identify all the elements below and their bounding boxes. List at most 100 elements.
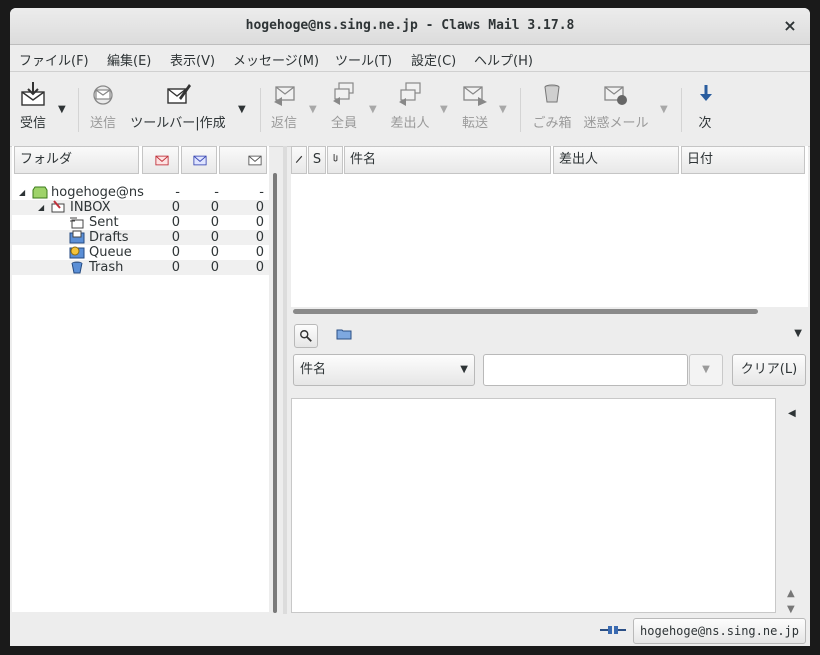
compose-dropdown-arrow[interactable]: ▼ — [238, 104, 246, 115]
reply-all-dropdown-arrow[interactable]: ▼ — [369, 104, 377, 115]
junk-dropdown-arrow[interactable]: ▼ — [660, 104, 668, 115]
main-window: hogehoge@ns.sing.ne.jp - Claws Mail 3.17… — [10, 8, 810, 646]
mark-column-header[interactable] — [291, 146, 307, 174]
pencil-icon — [295, 155, 303, 163]
menu-view[interactable]: 表示(V) — [170, 50, 215, 69]
new-column-header[interactable] — [142, 146, 179, 174]
new-count: 0 — [171, 245, 180, 260]
forward-icon — [463, 86, 487, 106]
folder-row-trash[interactable]: Trash 0 0 0 — [12, 260, 269, 275]
message-list-hscrollbar[interactable] — [291, 307, 808, 316]
search-history-dropdown[interactable]: ▼ — [689, 354, 723, 386]
menu-tools[interactable]: ツール(T) — [335, 50, 392, 69]
online-plug-icon[interactable] — [599, 624, 627, 636]
folder-pane: フォルダ ◢ hogehoge@ns - - - ◢ INBOX 0 0 0 S… — [12, 146, 269, 612]
folder-name: Queue — [89, 245, 132, 260]
reply-dropdown-arrow[interactable]: ▼ — [309, 104, 317, 115]
message-view-side: ◀ ▲ ▼ — [780, 398, 808, 615]
scrollbar-thumb[interactable] — [293, 309, 758, 314]
folder-name: hogehoge@ns — [51, 185, 144, 200]
toolbar-separator — [520, 88, 521, 132]
scroll-up-icon[interactable]: ▲ — [787, 588, 795, 599]
date-column-header[interactable]: 日付 — [681, 146, 805, 174]
send-label: 送信 — [89, 116, 116, 131]
total-column-header[interactable] — [219, 146, 267, 174]
folder-name: Sent — [89, 215, 119, 230]
close-button[interactable]: × — [780, 16, 800, 36]
message-list[interactable]: S 件名 差出人 日付 — [291, 146, 808, 314]
folder-row-sent[interactable]: Sent 0 0 0 — [12, 215, 269, 230]
window-title: hogehoge@ns.sing.ne.jp - Claws Mail 3.17… — [245, 18, 575, 33]
account-button[interactable]: hogehoge@ns.sing.ne.jp — [633, 618, 806, 644]
menu-settings[interactable]: 設定(C) — [411, 50, 456, 69]
folder-row-queue[interactable]: Queue 0 0 0 — [12, 245, 269, 260]
next-button[interactable]: 次 — [692, 80, 718, 131]
forward-button[interactable]: 転送 — [458, 80, 492, 131]
unread-count: 0 — [210, 260, 219, 275]
chevron-down-icon: ▼ — [460, 364, 468, 375]
menu-message[interactable]: メッセージ(M) — [233, 50, 319, 69]
folder-row-drafts[interactable]: Drafts 0 0 0 — [12, 230, 269, 245]
folder-pane-scrollbar[interactable] — [271, 173, 279, 613]
status-column-header[interactable]: S — [308, 146, 326, 174]
expand-left-icon[interactable]: ◀ — [788, 408, 796, 419]
forward-dropdown-arrow[interactable]: ▼ — [499, 104, 507, 115]
expander-icon[interactable]: ◢ — [19, 185, 25, 200]
total-count: - — [259, 185, 264, 200]
search-type-select[interactable]: 件名 ▼ — [293, 354, 475, 386]
quick-search-bar: ▼ 件名 ▼ ▼ クリア(L) — [291, 322, 808, 400]
compose-button[interactable]: ツールバー|作成 — [128, 80, 228, 131]
quick-search-menu-arrow[interactable]: ▼ — [794, 328, 802, 339]
folder-name: Trash — [89, 260, 124, 275]
receive-icon — [21, 82, 45, 106]
receive-button[interactable]: 受信 — [16, 80, 50, 131]
reply-sender-label: 差出人 — [390, 116, 430, 131]
folder-column-header[interactable]: フォルダ — [14, 146, 139, 174]
forward-label: 転送 — [461, 116, 488, 131]
unread-count: 0 — [210, 215, 219, 230]
reply-sender-button[interactable]: 差出人 — [388, 80, 432, 131]
junk-button[interactable]: 迷惑メール — [583, 80, 649, 131]
junk-mail-icon — [604, 86, 627, 105]
reply-icon — [274, 86, 295, 106]
total-count: 0 — [255, 215, 264, 230]
folder-row-inbox[interactable]: ◢ INBOX 0 0 0 — [12, 200, 269, 215]
menu-edit[interactable]: 編集(E) — [107, 50, 151, 69]
scrollbar-thumb[interactable] — [273, 173, 277, 613]
search-input[interactable] — [483, 354, 688, 386]
total-count: 0 — [255, 260, 264, 275]
clear-button[interactable]: クリア(L) — [732, 354, 806, 386]
trash-button[interactable]: ごみ箱 — [530, 80, 574, 131]
reply-sender-icon — [399, 82, 421, 106]
attachment-column-header[interactable] — [327, 146, 343, 174]
folder-icon[interactable] — [336, 327, 352, 341]
new-count: 0 — [171, 215, 180, 230]
pane-splitter[interactable] — [283, 146, 287, 616]
new-count: 0 — [171, 260, 180, 275]
receive-label: 受信 — [19, 116, 46, 131]
unread-mail-icon — [193, 155, 207, 166]
reply-sender-dropdown-arrow[interactable]: ▼ — [440, 104, 448, 115]
trash-icon — [71, 261, 83, 274]
unread-count: 0 — [210, 200, 219, 215]
message-view[interactable] — [291, 398, 776, 613]
junk-label: 迷惑メール — [583, 116, 649, 131]
menu-file[interactable]: ファイル(F) — [19, 50, 89, 69]
from-column-header[interactable]: 差出人 — [553, 146, 679, 174]
reply-button[interactable]: 返信 — [268, 80, 300, 131]
new-count: 0 — [171, 230, 180, 245]
menu-help[interactable]: ヘルプ(H) — [474, 50, 533, 69]
search-toggle-button[interactable] — [294, 324, 318, 348]
folder-name: Drafts — [89, 230, 129, 245]
subject-column-header[interactable]: 件名 — [344, 146, 551, 174]
unread-count: 0 — [210, 230, 219, 245]
unread-column-header[interactable] — [181, 146, 217, 174]
receive-dropdown-arrow[interactable]: ▼ — [58, 104, 66, 115]
expander-icon[interactable]: ◢ — [38, 200, 44, 215]
send-button[interactable]: 送信 — [88, 80, 118, 131]
drafts-icon — [69, 230, 85, 244]
mailbox-icon — [32, 186, 48, 199]
folder-row-account[interactable]: ◢ hogehoge@ns - - - — [12, 185, 269, 200]
reply-all-button[interactable]: 全員 — [328, 80, 360, 131]
toolbar-separator — [681, 88, 682, 132]
